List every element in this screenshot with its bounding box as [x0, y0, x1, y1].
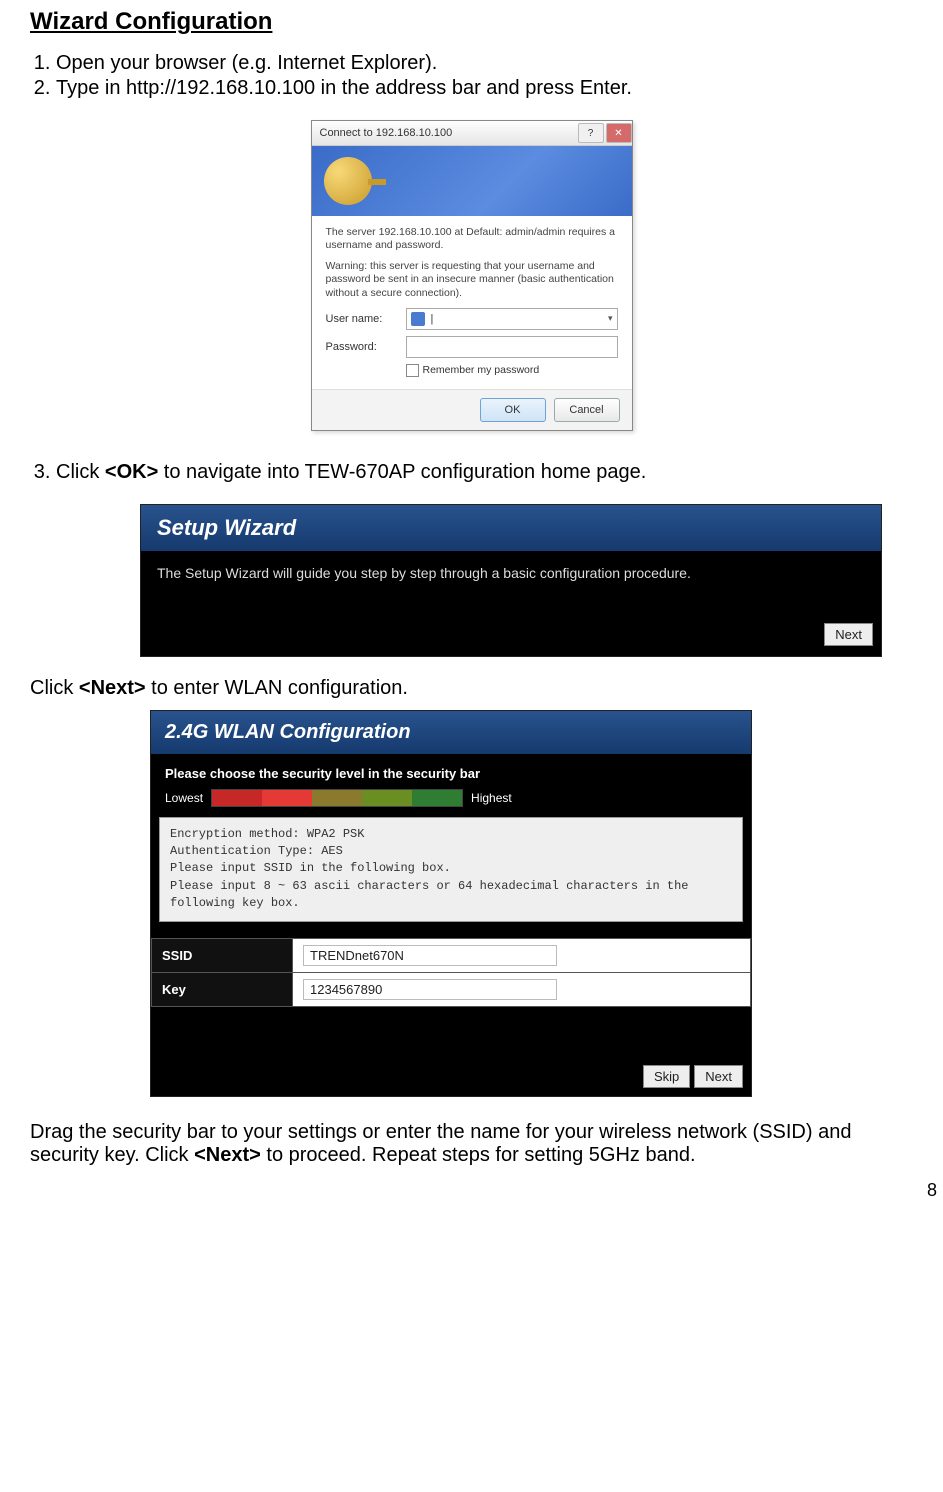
highest-label: Highest: [471, 791, 512, 805]
ssid-label: SSID: [152, 938, 293, 972]
step-list: Open your browser (e.g. Internet Explore…: [30, 52, 913, 100]
key-icon: [324, 157, 372, 205]
cn-bold: <Next>: [79, 677, 146, 699]
info-line-1: Encryption method: WPA2 PSK: [170, 826, 732, 843]
ok-button[interactable]: OK: [480, 398, 546, 422]
credentials-dialog: Connect to 192.168.10.100 ? ✕ The server…: [311, 120, 633, 431]
key-label: Key: [152, 972, 293, 1006]
page-number: 8: [927, 1180, 937, 1201]
dropdown-icon[interactable]: ▾: [608, 313, 613, 324]
password-input[interactable]: [406, 336, 618, 358]
step-3: Click <OK> to navigate into TEW-670AP co…: [56, 461, 913, 484]
step3-text-b: to navigate into TEW-670AP configuration…: [158, 461, 646, 483]
wizard-body: The Setup Wizard will guide you step by …: [141, 551, 881, 623]
info-line-4: Please input 8 ~ 63 ascii characters or …: [170, 878, 732, 913]
username-label: User name:: [326, 313, 406, 325]
setup-wizard-panel: Setup Wizard The Setup Wizard will guide…: [140, 504, 882, 657]
final-bold: <Next>: [194, 1144, 261, 1166]
click-next-text: Click <Next> to enter WLAN configuration…: [30, 677, 913, 700]
wlan-header: 2.4G WLAN Configuration: [151, 711, 751, 754]
user-icon: [411, 312, 425, 326]
ssid-input[interactable]: TRENDnet670N: [303, 945, 557, 966]
security-bar[interactable]: [211, 789, 463, 807]
cn-b: to enter WLAN configuration.: [146, 677, 408, 699]
sec-seg-2: [262, 790, 312, 806]
wlan-config-panel: 2.4G WLAN Configuration Please choose th…: [150, 710, 752, 1097]
sec-seg-3: [312, 790, 362, 806]
close-button[interactable]: ✕: [606, 123, 632, 143]
info-line-2: Authentication Type: AES: [170, 843, 732, 860]
dialog-banner: [312, 146, 632, 216]
help-button[interactable]: ?: [578, 123, 604, 143]
dialog-titlebar: Connect to 192.168.10.100 ? ✕: [312, 121, 632, 146]
step3-text-a: Click: [56, 461, 105, 483]
sec-seg-1: [212, 790, 262, 806]
lowest-label: Lowest: [165, 791, 203, 805]
step-2: Type in http://192.168.10.100 in the add…: [56, 77, 913, 100]
dialog-text-2: Warning: this server is requesting that …: [326, 260, 618, 299]
sec-seg-5: [412, 790, 462, 806]
wlan-info-box: Encryption method: WPA2 PSK Authenticati…: [159, 817, 743, 922]
checkbox-box: [406, 364, 419, 377]
step-list-2: Click <OK> to navigate into TEW-670AP co…: [30, 461, 913, 484]
dialog-text-1: The server 192.168.10.100 at Default: ad…: [326, 226, 618, 252]
remember-label: Remember my password: [423, 364, 540, 376]
cancel-button[interactable]: Cancel: [554, 398, 620, 422]
wizard-next-button[interactable]: Next: [824, 623, 873, 646]
wizard-header: Setup Wizard: [141, 505, 881, 551]
final-paragraph: Drag the security bar to your settings o…: [30, 1121, 913, 1167]
remember-checkbox[interactable]: Remember my password: [406, 364, 618, 377]
wlan-fields-table: SSID TRENDnet670N Key 1234567890: [151, 938, 751, 1007]
wlan-skip-button[interactable]: Skip: [643, 1065, 690, 1088]
password-label: Password:: [326, 341, 406, 353]
step-1: Open your browser (e.g. Internet Explore…: [56, 52, 913, 75]
sec-seg-4: [362, 790, 412, 806]
cn-a: Click: [30, 677, 79, 699]
dialog-title: Connect to 192.168.10.100: [320, 127, 453, 139]
username-input[interactable]: | ▾: [406, 308, 618, 330]
key-input[interactable]: 1234567890: [303, 979, 557, 1000]
info-line-3: Please input SSID in the following box.: [170, 860, 732, 877]
page-title: Wizard Configuration: [30, 8, 913, 36]
wlan-next-button[interactable]: Next: [694, 1065, 743, 1088]
step3-bold: <OK>: [105, 461, 158, 483]
wlan-subtitle: Please choose the security level in the …: [151, 754, 751, 789]
final-b: to proceed. Repeat steps for setting 5GH…: [261, 1144, 696, 1166]
